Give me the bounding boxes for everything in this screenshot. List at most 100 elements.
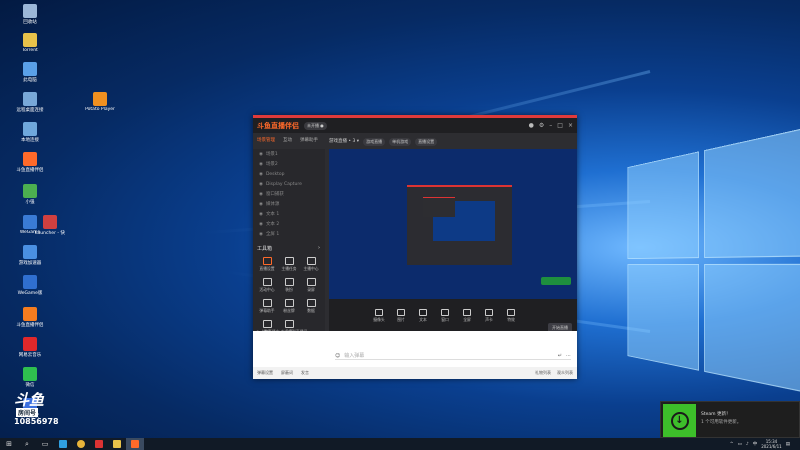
chrome-icon[interactable] — [72, 438, 90, 450]
chevron-icon[interactable]: › — [318, 245, 320, 252]
desktop-icon[interactable]: WeGame版 — [15, 275, 45, 296]
emoji-icon[interactable]: ☺ — [335, 353, 340, 359]
scene-item[interactable]: ◉ 全屏 1 — [253, 229, 325, 239]
steam-update-toast[interactable]: ↓ Steam 更新！ 1 个可用软件更新。 — [660, 401, 800, 438]
danmaku-settings[interactable]: 弹幕设置 — [257, 370, 273, 376]
toolbox-item[interactable]: 活动中心 — [256, 278, 278, 293]
desktop-icon[interactable]: 小强 — [15, 184, 45, 205]
scene-item[interactable]: ◉ 文本 1 — [253, 209, 325, 219]
desktop-icon[interactable]: Launcher - 快捷方式 — [35, 215, 65, 236]
toolbox-item[interactable]: 弹幕助手 — [256, 299, 278, 314]
minimize-icon[interactable]: – — [549, 122, 552, 129]
desktop-icon[interactable]: 斗鱼直播伴侣 — [15, 307, 45, 328]
eye-icon[interactable]: ◉ — [259, 202, 263, 207]
clock-date: 2021/6/11 — [761, 444, 782, 449]
app-icon[interactable] — [90, 438, 108, 450]
toolbox-item[interactable]: 录屏 — [300, 278, 322, 293]
toolbox-item[interactable]: 装扮 — [278, 278, 300, 293]
desktop-icon[interactable]: Potato Player — [85, 92, 115, 112]
title-bar[interactable]: 斗鱼直播伴侣 未开播 ● ● ⚙ – □ × — [253, 118, 577, 133]
source-label: 摄像头 — [373, 317, 385, 322]
audience-list[interactable]: 观众列表 — [557, 370, 573, 376]
edge-icon[interactable] — [54, 438, 72, 450]
scene-item[interactable]: ◉ 窗口捕获 — [253, 189, 325, 199]
source-button[interactable]: 声卡 — [481, 309, 497, 323]
eye-icon[interactable]: ◉ — [259, 182, 263, 187]
desktop-icon[interactable]: 回收站 — [15, 4, 45, 25]
send-icon[interactable]: ↵ — [558, 353, 562, 359]
eye-icon[interactable]: ◉ — [259, 192, 263, 197]
start-icon[interactable]: ⊞ — [0, 438, 18, 450]
stream-title[interactable]: 游戏直播 • 3 ▾ — [329, 138, 359, 146]
desktop-icon[interactable]: 网易云音乐 — [15, 337, 45, 358]
toolbox-item[interactable]: 数据 — [300, 299, 322, 314]
desktop-icon[interactable]: 游戏加速器 — [15, 245, 45, 266]
toolbox-item[interactable]: 主播中心 — [300, 257, 322, 272]
source-button[interactable]: 图片 — [393, 309, 409, 323]
scene-item[interactable]: ◉ 场景1 — [253, 149, 325, 159]
desktop-icon[interactable]: Torrent — [15, 33, 45, 53]
avatar-icon[interactable]: ● — [529, 122, 534, 129]
app-shortcut-icon — [93, 92, 107, 106]
block-words[interactable]: 屏蔽词 — [281, 370, 293, 376]
preview-tag[interactable]: 游戏直播 — [363, 138, 386, 146]
live-status-badge: 未开播 ● — [304, 121, 327, 130]
source-button[interactable]: 文本 — [415, 309, 431, 323]
source-toolbar: 摄像头 图片 文本 窗口 全屏 声卡 特效 — [329, 299, 577, 333]
gift-list[interactable]: 礼物列表 — [535, 370, 551, 376]
eye-icon[interactable]: ◉ — [259, 222, 263, 227]
desktop-icon[interactable]: 远程桌面连接 — [15, 92, 45, 113]
tool-label: 活动中心 — [259, 287, 275, 292]
scene-item[interactable]: ◉ 文本 2 — [253, 219, 325, 229]
scene-label: 媒体源 — [265, 202, 280, 207]
tab-interact[interactable]: 互动 — [283, 137, 292, 143]
tool-icon — [306, 278, 316, 286]
eye-icon[interactable]: ◉ — [259, 232, 263, 237]
explorer-icon[interactable] — [108, 438, 126, 450]
toolbox-item[interactable]: 直播设置 — [256, 257, 278, 272]
tool-label: 直播设置 — [259, 266, 275, 271]
source-button[interactable]: 摄像头 — [371, 309, 387, 323]
task-view-icon[interactable]: ▭ — [36, 438, 54, 450]
clock[interactable]: 15:34 2021/6/11 — [761, 439, 782, 449]
eye-icon[interactable]: ◉ — [259, 172, 263, 177]
scene-item[interactable]: ◉ 场景2 — [253, 159, 325, 169]
scene-item[interactable]: ◉ Desktop — [253, 169, 325, 179]
tray-arrow-icon[interactable]: ^ — [730, 442, 734, 447]
scene-item[interactable]: ◉ 媒体源 — [253, 199, 325, 209]
more-icon[interactable]: ⋯ — [566, 353, 571, 359]
ime-icon[interactable]: 中 — [753, 441, 758, 447]
desktop-icon[interactable]: 斗鱼直播伴侣 — [15, 152, 45, 173]
source-button[interactable]: 窗口 — [437, 309, 453, 323]
network-icon[interactable]: ▭ — [738, 442, 742, 447]
preview-tag[interactable]: 单机游戏 — [389, 138, 412, 146]
douyu-taskbar-icon[interactable] — [126, 438, 144, 450]
source-button[interactable]: 特效 — [503, 309, 519, 323]
eye-icon[interactable]: ◉ — [259, 152, 263, 157]
maximize-icon[interactable]: □ — [557, 122, 563, 129]
tab-scenes[interactable]: 场景管理 — [257, 137, 275, 143]
douyu-live-companion-window[interactable]: 斗鱼直播伴侣 未开播 ● ● ⚙ – □ × 场景管理 互动 弹幕助手 游戏直播… — [253, 115, 577, 379]
eye-icon[interactable]: ◉ — [259, 212, 263, 217]
source-button[interactable]: 全屏 — [459, 309, 475, 323]
search-icon[interactable]: ⌕ — [18, 438, 36, 450]
chat-input[interactable]: 输入弹幕 — [344, 352, 364, 359]
source-icon — [397, 309, 405, 316]
toolbox-item[interactable]: 主播任务 — [278, 257, 300, 272]
preview-canvas[interactable] — [329, 149, 577, 299]
notification-icon[interactable]: ▤ — [786, 442, 790, 447]
preview-tag[interactable]: 直播设置 — [415, 138, 438, 146]
speak-button[interactable]: 发言 — [301, 370, 309, 376]
desktop-icon[interactable]: 微信 — [15, 367, 45, 388]
tab-danmaku[interactable]: 弹幕助手 — [300, 137, 318, 143]
toolbox-item[interactable]: 粉丝牌 — [278, 299, 300, 314]
eye-icon[interactable]: ◉ — [259, 162, 263, 167]
desktop-icon[interactable]: 本地连接 — [15, 122, 45, 143]
source-label: 图片 — [397, 317, 405, 322]
douyu-logo: 斗鱼 — [14, 391, 45, 409]
scene-item[interactable]: ◉ Display Capture — [253, 179, 325, 189]
settings-icon[interactable]: ⚙ — [539, 122, 544, 129]
volume-icon[interactable]: ♪ — [746, 442, 749, 447]
close-icon[interactable]: × — [568, 122, 573, 129]
desktop-icon[interactable]: 此电脑 — [15, 62, 45, 83]
